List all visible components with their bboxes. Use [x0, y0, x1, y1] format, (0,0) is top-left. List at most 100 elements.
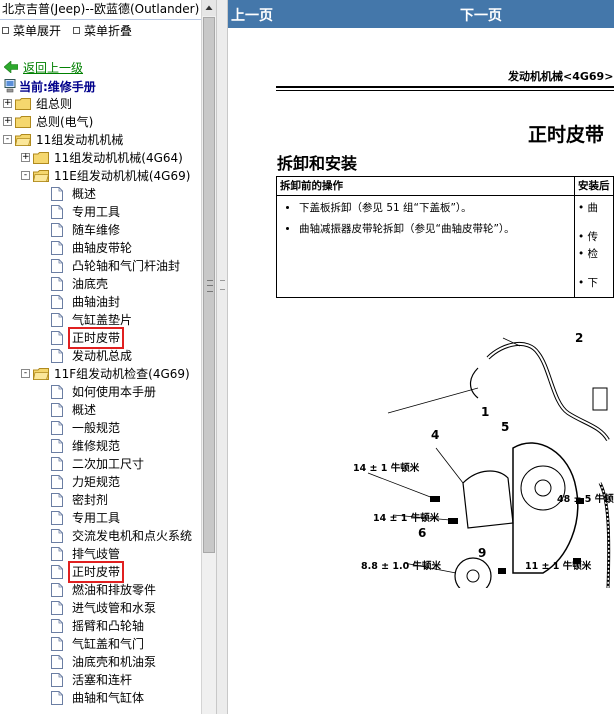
tree-doc-row[interactable]: 气缸盖垫片	[0, 311, 201, 329]
tree-doc-row[interactable]: 曲轴皮带轮	[0, 239, 201, 257]
tree-folder-row[interactable]: - 11F组发动机检查(4G69)	[0, 365, 201, 383]
tree-doc-row[interactable]: 正时皮带	[0, 561, 201, 583]
folder-icon	[33, 152, 49, 164]
tree-doc-row[interactable]: 二次加工尺寸	[0, 455, 201, 473]
tree-doc-row[interactable]: 专用工具	[0, 203, 201, 221]
tree-folder-row[interactable]: + 组总则	[0, 95, 201, 113]
tree-folder-row[interactable]: + 总则(电气)	[0, 113, 201, 131]
expand-icon[interactable]: +	[3, 117, 12, 126]
collapse-icon[interactable]: -	[21, 369, 30, 378]
document-icon	[51, 691, 63, 705]
tree-doc-row[interactable]: 概述	[0, 401, 201, 419]
tree-item-label: 交流发电机和点火系统	[72, 529, 193, 543]
tree-folder-row[interactable]: +11组发动机机械(4G64)	[0, 149, 201, 167]
document-icon	[51, 277, 63, 291]
post-op-list: 曲 传 检 下	[575, 200, 614, 290]
pre-op-table: 拆卸前的操作 下盖板拆卸（参见 51 组“下盖板”）。 曲轴减振器皮带轮拆卸（参…	[276, 176, 614, 298]
tree-doc-row[interactable]: 随车维修	[0, 221, 201, 239]
folder-icon	[15, 116, 31, 128]
document-icon	[51, 511, 63, 525]
document-icon	[51, 457, 63, 471]
tree-doc-row[interactable]: 油底壳和机油泵	[0, 653, 201, 671]
folder-open-icon	[33, 368, 49, 380]
document-icon	[51, 187, 63, 201]
prev-page-button[interactable]: 上一页	[231, 5, 273, 25]
section-heading: 拆卸和安装	[277, 154, 358, 173]
tree-item-label: 凸轮轴和气门杆油封	[72, 259, 181, 273]
tree-doc-row[interactable]: 曲轴油封	[0, 293, 201, 311]
menu-expand-button[interactable]: 菜单展开	[2, 22, 61, 39]
document-icon	[51, 601, 63, 615]
scroll-thumb[interactable]	[203, 17, 215, 553]
tree-item-label: 专用工具	[72, 511, 121, 525]
tree-item-label: 气缸盖垫片	[72, 313, 133, 327]
tree-item-label: 油底壳	[72, 277, 109, 291]
menu-expand-label: 菜单展开	[13, 23, 62, 38]
tree-item-label: 正时皮带	[67, 561, 125, 583]
tree-item-label: 11E组发动机机械(4G69)	[54, 169, 191, 183]
expand-icon[interactable]: +	[21, 153, 30, 162]
tree-folder-row[interactable]: - 11组发动机机械	[0, 131, 201, 149]
square-icon	[2, 26, 9, 34]
tree-doc-row[interactable]: 进气歧管和水泵	[0, 599, 201, 617]
collapse-icon[interactable]: -	[21, 171, 30, 180]
document-icon	[51, 421, 63, 435]
frame-splitter[interactable]	[216, 0, 228, 714]
expand-icon[interactable]: +	[3, 99, 12, 108]
tree-doc-row[interactable]: 交流发电机和点火系统	[0, 527, 201, 545]
tree-folder-row[interactable]: - 11E组发动机机械(4G69)	[0, 167, 201, 185]
document-icon	[51, 385, 63, 399]
tree-doc-row[interactable]: 正时皮带	[0, 327, 201, 349]
tree-item-label: 概述	[72, 187, 97, 201]
next-page-button[interactable]: 下一页	[460, 5, 502, 25]
tree-doc-row[interactable]: 曲轴和气缸体	[0, 689, 201, 707]
tree-doc-row[interactable]: 密封剂	[0, 491, 201, 509]
menu-controls: 菜单展开 菜单折叠	[0, 20, 201, 40]
tree-item-label: 发动机总成	[72, 349, 133, 363]
document-icon	[51, 637, 63, 651]
tree-doc-row[interactable]: 燃油和排放零件	[0, 581, 201, 599]
tree-doc-row[interactable]: 气缸盖和气门	[0, 635, 201, 653]
window-title: 北京吉普(Jeep)--欧蓝德(Outlander)	[0, 0, 201, 20]
tree-item-label: 总则(电气)	[36, 115, 94, 129]
tree-item-label: 气缸盖和气门	[72, 637, 145, 651]
diagram-callout-number: 9	[478, 546, 487, 560]
tree-item-label: 油底壳和机油泵	[72, 655, 157, 669]
tree-item-label: 摇臂和凸轮轴	[72, 619, 145, 633]
tree-doc-row[interactable]: 一般规范	[0, 419, 201, 437]
tree-doc-row[interactable]: 概述	[0, 185, 201, 203]
document-icon	[51, 259, 63, 273]
tree-doc-row[interactable]: 发动机总成	[0, 347, 201, 365]
document-icon	[51, 583, 63, 597]
document-icon	[51, 619, 63, 633]
diagram-callout-number: 1	[481, 405, 490, 419]
tree-item-label: 组总则	[36, 97, 73, 111]
tree-doc-row[interactable]: 专用工具	[0, 509, 201, 527]
scroll-up-button[interactable]	[202, 0, 216, 16]
tree-item-label: 一般规范	[72, 421, 121, 435]
menu-collapse-button[interactable]: 菜单折叠	[73, 22, 132, 39]
tree-doc-row[interactable]: 活塞和连杆	[0, 671, 201, 689]
current-label: 当前:维修手册	[19, 79, 96, 94]
tree-doc-row[interactable]: 如何使用本手册	[0, 383, 201, 401]
tree-item-label: 11组发动机机械	[36, 133, 124, 147]
tree-doc-row[interactable]: 力矩规范	[0, 473, 201, 491]
tree-doc-row[interactable]: 油底壳	[0, 275, 201, 293]
torque-label: 14 ± 1 牛顿米	[373, 513, 440, 524]
tree-doc-row[interactable]: 凸轮轴和气门杆油封	[0, 257, 201, 275]
collapse-icon[interactable]: -	[3, 135, 12, 144]
tree-doc-row[interactable]: 摇臂和凸轮轴	[0, 617, 201, 635]
tree-item-label: 曲轴和气缸体	[72, 691, 145, 705]
menu-collapse-label: 菜单折叠	[84, 23, 133, 38]
post-op-item: 下	[575, 275, 614, 290]
tree-item-label: 曲轴皮带轮	[72, 241, 133, 255]
left-pane: 北京吉普(Jeep)--欧蓝德(Outlander) 菜单展开 菜单折叠 返回上…	[0, 0, 201, 714]
back-link[interactable]: 返回上一级	[23, 59, 83, 76]
left-scrollbar[interactable]	[201, 0, 216, 714]
tree-doc-row[interactable]: 维修规范	[0, 437, 201, 455]
torque-label: 14 ± 1 牛顿米	[353, 463, 420, 474]
tree-doc-row[interactable]: 排气歧管	[0, 545, 201, 563]
diagram-callout-number: 4	[431, 428, 440, 442]
document-icon	[51, 331, 63, 345]
tree-item-label: 排气歧管	[72, 547, 121, 561]
